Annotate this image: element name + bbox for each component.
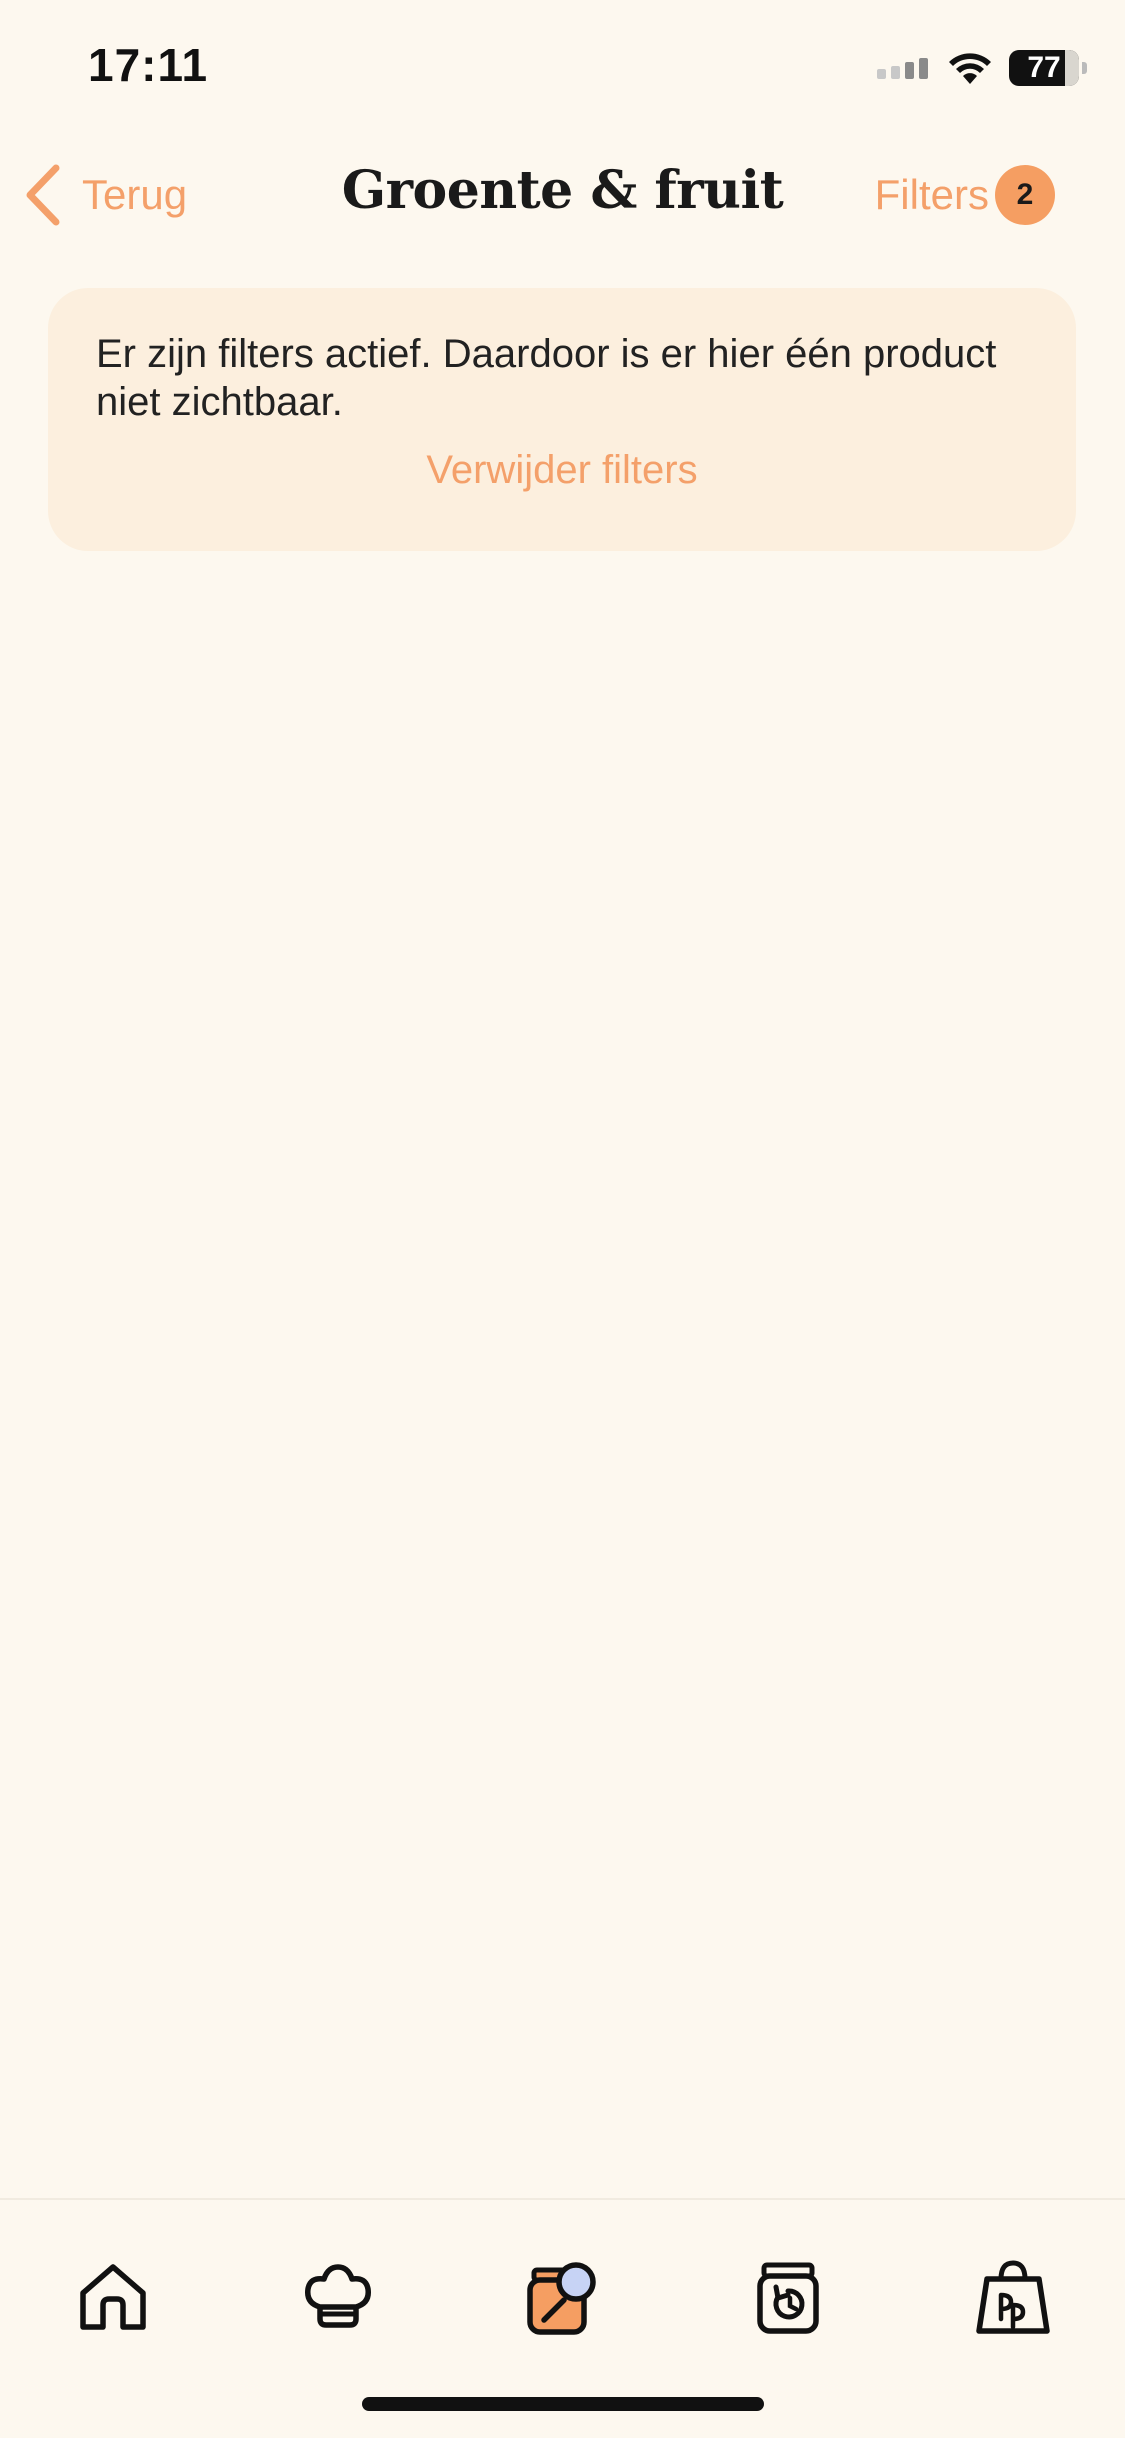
tab-reorder[interactable] xyxy=(733,2242,843,2352)
home-icon xyxy=(80,2264,146,2330)
tab-products[interactable] xyxy=(508,2242,618,2352)
nav-header: Terug Groente & fruit Filters 2 xyxy=(0,150,1125,240)
status-bar: 17:11 77 xyxy=(0,0,1125,140)
battery-icon: 77 xyxy=(1009,50,1087,86)
tab-cart[interactable] xyxy=(958,2242,1068,2352)
battery-level: 77 xyxy=(1027,51,1061,84)
wifi-icon xyxy=(949,53,991,84)
filters-button[interactable]: Filters 2 xyxy=(875,164,1055,226)
cellular-signal-icon xyxy=(877,58,928,79)
status-time: 17:11 xyxy=(88,39,209,91)
home-indicator[interactable] xyxy=(362,2397,764,2411)
status-icons: 77 xyxy=(877,46,1087,90)
tab-recipes[interactable] xyxy=(283,2242,393,2352)
chef-hat-icon xyxy=(305,2264,371,2328)
notice-message: Er zijn filters actief. Daardoor is er h… xyxy=(96,332,997,424)
filters-label: Filters xyxy=(874,171,989,218)
products-search-icon xyxy=(527,2262,596,2335)
tab-home[interactable] xyxy=(58,2242,168,2352)
shopping-bag-icon xyxy=(976,2260,1050,2334)
reorder-jar-icon xyxy=(757,2262,819,2334)
remove-filters-button[interactable]: Verwijder filters xyxy=(96,448,1028,493)
filters-count-badge: 2 xyxy=(995,165,1055,225)
active-filters-notice: Er zijn filters actief. Daardoor is er h… xyxy=(48,288,1076,551)
